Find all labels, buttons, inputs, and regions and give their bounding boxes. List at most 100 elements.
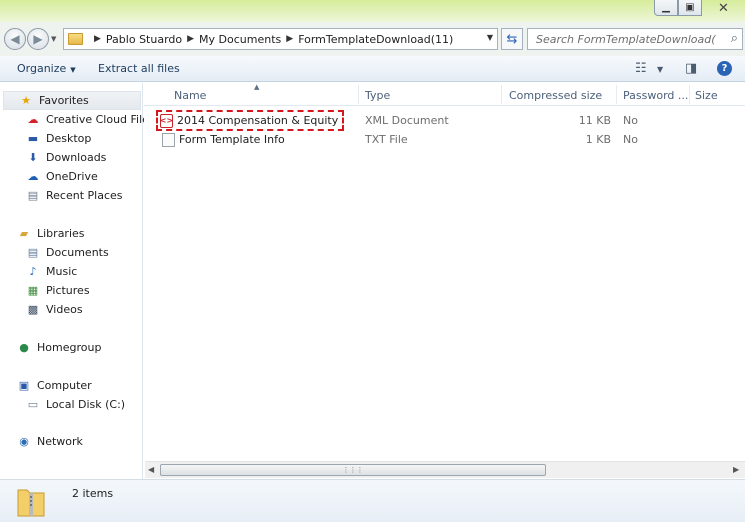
nav-favorites-label: Favorites — [39, 94, 89, 107]
nav-network-label: Network — [37, 435, 83, 448]
column-header-row: ▲ Name Type Compressed size Password ...… — [144, 83, 745, 106]
column-header-size[interactable]: Size — [695, 89, 718, 102]
extract-all-files-button[interactable]: Extract all files — [98, 62, 180, 75]
music-icon: ♪ — [29, 265, 37, 278]
xml-file-icon: <> — [160, 113, 173, 128]
nav-item-recent-places[interactable]: ▤ Recent Places — [25, 186, 123, 205]
help-icon[interactable]: ? — [717, 61, 732, 76]
preview-pane-icon[interactable]: ◨ — [685, 61, 697, 76]
refresh-button[interactable]: ⇆ — [501, 28, 523, 50]
nav-homegroup[interactable]: ● Homegroup — [16, 338, 101, 357]
nav-item-onedrive[interactable]: ☁ OneDrive — [25, 167, 98, 186]
title-bar: ▁ ▣ ✕ — [0, 0, 745, 22]
recent-pages-dropdown[interactable]: ▼ — [51, 35, 56, 43]
forward-arrow-icon: ▶ — [33, 32, 43, 46]
scroll-right-icon[interactable]: ▶ — [733, 465, 739, 474]
nav-item-documents[interactable]: ▤ Documents — [25, 243, 109, 262]
nav-item-label: OneDrive — [46, 170, 98, 183]
table-row[interactable]: Form Template Info TXT File 1 KB No — [144, 130, 745, 149]
computer-icon: ▣ — [18, 379, 30, 392]
file-compressed-size: 1 KB — [585, 133, 611, 146]
item-count: 2 items — [72, 487, 114, 500]
nav-item-label: Local Disk (C:) — [46, 398, 126, 411]
file-name: 2014 Compensation & Equity — [177, 114, 339, 127]
search-icon[interactable]: ⌕ — [731, 31, 738, 46]
file-name-cell[interactable]: Form Template Info — [162, 130, 285, 149]
column-header-compressed-size[interactable]: Compressed size — [509, 89, 602, 102]
onedrive-icon: ☁ — [27, 170, 39, 183]
close-icon: ✕ — [718, 0, 729, 16]
organize-button[interactable]: Organize ▼ — [17, 62, 76, 75]
column-divider[interactable] — [501, 85, 502, 104]
organize-label: Organize — [17, 62, 67, 75]
maximize-button[interactable]: ▣ — [678, 0, 702, 16]
file-password: No — [623, 114, 638, 127]
chevron-down-icon: ▼ — [70, 66, 76, 74]
nav-favorites[interactable]: ★ Favorites — [3, 91, 141, 110]
view-options-dropdown-icon[interactable]: ▼ — [657, 65, 663, 74]
star-icon: ★ — [21, 94, 31, 107]
file-name: Form Template Info — [179, 133, 285, 146]
zip-folder-icon — [68, 33, 83, 45]
breadcrumb-current-folder[interactable]: FormTemplateDownload(11) — [298, 33, 453, 46]
column-header-password[interactable]: Password ... — [623, 89, 688, 102]
breadcrumb-separator-icon[interactable]: ▶ — [94, 34, 101, 44]
nav-item-local-disk[interactable]: ▭ Local Disk (C:) — [25, 395, 125, 414]
breadcrumb-my-documents[interactable]: My Documents — [199, 33, 281, 46]
close-button[interactable]: ✕ — [702, 0, 745, 16]
libraries-icon: ▰ — [19, 227, 29, 240]
nav-item-videos[interactable]: ▩ Videos — [25, 300, 83, 319]
nav-item-desktop[interactable]: ▬ Desktop — [25, 129, 92, 148]
nav-item-label: Videos — [46, 303, 83, 316]
column-divider[interactable] — [358, 85, 359, 104]
nav-item-creative-cloud-files[interactable]: ☁ Creative Cloud Files — [25, 110, 155, 129]
nav-computer[interactable]: ▣ Computer — [16, 376, 92, 395]
column-divider[interactable] — [689, 85, 690, 104]
column-header-type[interactable]: Type — [365, 89, 390, 102]
pictures-icon: ▦ — [27, 284, 39, 297]
nav-item-label: Documents — [46, 246, 109, 259]
minimize-button[interactable]: ▁ — [654, 0, 678, 16]
breadcrumb-pablo-stuardo[interactable]: Pablo Stuardo — [106, 33, 182, 46]
nav-libraries[interactable]: ▰ Libraries — [16, 224, 85, 243]
scrollbar-thumb[interactable]: ⋮⋮⋮ — [160, 464, 546, 476]
back-button[interactable]: ◀ — [4, 28, 26, 50]
navigation-pane: ★ Favorites ☁ Creative Cloud Files ▬ Des… — [0, 83, 155, 479]
nav-item-pictures[interactable]: ▦ Pictures — [25, 281, 90, 300]
nav-libraries-label: Libraries — [37, 227, 85, 240]
recent-places-icon: ▤ — [27, 189, 39, 202]
view-options-icon[interactable]: ☷ — [635, 61, 647, 76]
search-box[interactable]: ⌕ — [527, 28, 743, 50]
back-arrow-icon: ◀ — [10, 32, 20, 46]
minimize-icon: ▁ — [662, 2, 670, 13]
file-name-cell[interactable]: <> 2014 Compensation & Equity — [156, 110, 345, 131]
documents-icon: ▤ — [27, 246, 39, 259]
horizontal-scrollbar[interactable]: ◀ ⋮⋮⋮ ▶ — [145, 461, 745, 478]
file-type: TXT File — [365, 133, 408, 146]
table-row[interactable]: <> 2014 Compensation & Equity XML Docume… — [144, 110, 745, 131]
grip-icon: ⋮⋮⋮ — [342, 466, 364, 474]
sort-ascending-icon: ▲ — [254, 83, 260, 91]
maximize-icon: ▣ — [685, 2, 695, 13]
nav-item-label: Downloads — [46, 151, 107, 164]
navigation-bar: ◀ ▶ ▼ ▶ Pablo Stuardo ▶ My Documents ▶ F… — [0, 22, 745, 56]
address-bar[interactable]: ▶ Pablo Stuardo ▶ My Documents ▶ FormTem… — [63, 28, 498, 50]
breadcrumb-separator-icon[interactable]: ▶ — [187, 34, 194, 44]
nav-item-music[interactable]: ♪ Music — [25, 262, 77, 281]
file-password: No — [623, 133, 638, 146]
nav-computer-label: Computer — [37, 379, 92, 392]
breadcrumb-separator-icon[interactable]: ▶ — [286, 34, 293, 44]
address-dropdown-icon[interactable]: ▼ — [487, 33, 493, 42]
nav-item-downloads[interactable]: ⬇ Downloads — [25, 148, 106, 167]
column-divider[interactable] — [616, 85, 617, 104]
file-compressed-size: 11 KB — [578, 114, 611, 127]
scroll-left-icon[interactable]: ◀ — [148, 465, 154, 474]
forward-button[interactable]: ▶ — [27, 28, 49, 50]
desktop-icon: ▬ — [27, 132, 39, 145]
nav-item-label: Music — [46, 265, 78, 278]
column-header-name[interactable]: Name — [174, 89, 206, 102]
nav-network[interactable]: ◉ Network — [16, 432, 83, 451]
search-input[interactable] — [536, 32, 716, 46]
nav-item-label: Desktop — [46, 132, 92, 145]
nav-homegroup-label: Homegroup — [37, 341, 102, 354]
